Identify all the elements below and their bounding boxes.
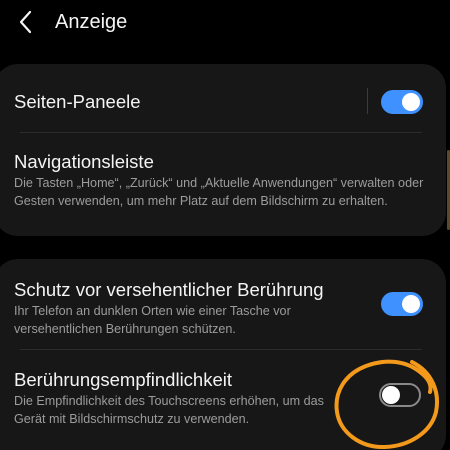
toggle-knob	[382, 386, 400, 404]
row-divider	[20, 132, 422, 133]
app-header: Anzeige	[0, 0, 450, 44]
row-divider	[20, 349, 422, 350]
accidental-touch-protection-toggle[interactable]	[381, 292, 423, 316]
settings-card-2: Schutz vor versehentlicher Berührung Ihr…	[0, 259, 446, 450]
navigation-bar-description: Die Tasten „Home“, „Zurück“ und „Aktuell…	[14, 176, 424, 208]
touch-sensitivity-toggle[interactable]	[379, 383, 421, 407]
settings-card-1: Seiten-Paneele Navigationsleiste Die Tas…	[0, 64, 446, 236]
toggle-knob	[402, 295, 420, 313]
edge-panels-title[interactable]: Seiten-Paneele	[14, 90, 141, 114]
page-title: Anzeige	[55, 11, 128, 33]
touch-sensitivity-description: Die Empfindlichkeit des Touchscreens erh…	[14, 394, 324, 426]
toggle-separator	[367, 88, 368, 114]
accidental-touch-protection-description: Ihr Telefon an dunklen Orten wie einer T…	[14, 304, 291, 336]
accidental-touch-protection-title[interactable]: Schutz vor versehentlicher Berührung	[14, 278, 324, 302]
toggle-knob	[402, 93, 420, 111]
touch-sensitivity-title[interactable]: Berührungsempfindlichkeit	[14, 368, 232, 392]
edge-panels-toggle[interactable]	[381, 90, 423, 114]
navigation-bar-title[interactable]: Navigationsleiste	[14, 150, 154, 174]
back-arrow-icon[interactable]	[16, 10, 38, 34]
